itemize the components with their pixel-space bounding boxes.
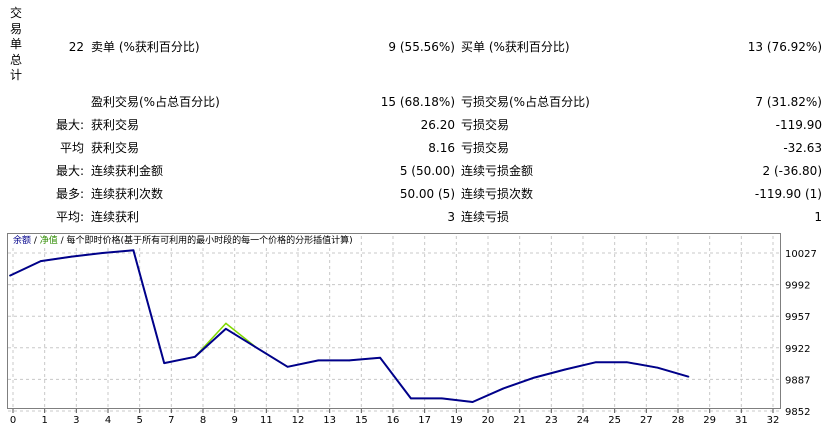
balance-point bbox=[471, 401, 474, 403]
balance-point bbox=[40, 260, 42, 262]
balance-point bbox=[101, 252, 104, 254]
balance-point bbox=[163, 362, 165, 364]
legend-balance: 余额 bbox=[13, 236, 32, 246]
x-tick-label: 28 bbox=[672, 415, 685, 426]
x-tick-label: 13 bbox=[323, 415, 336, 426]
y-tick-label: 9922 bbox=[785, 344, 810, 355]
x-tick-label: 23 bbox=[545, 415, 558, 426]
balance-point bbox=[194, 356, 196, 358]
x-tick-label: 21 bbox=[513, 415, 526, 426]
x-tick-label: 0 bbox=[10, 415, 16, 426]
balance-point bbox=[317, 359, 320, 362]
x-tick-label: 20 bbox=[482, 415, 495, 426]
y-tick-label: 10027 bbox=[785, 249, 817, 260]
x-tick-label: 32 bbox=[767, 415, 780, 426]
y-tick-label: 9992 bbox=[785, 281, 810, 292]
balance-point bbox=[687, 375, 690, 378]
x-tick-label: 3 bbox=[73, 415, 79, 426]
x-tick-label: 11 bbox=[260, 415, 273, 426]
balance-point bbox=[533, 376, 536, 379]
equity-point bbox=[225, 322, 227, 325]
balance-point bbox=[626, 361, 628, 364]
x-tick-label: 7 bbox=[168, 415, 174, 426]
balance-point bbox=[9, 274, 11, 277]
x-tick-label: 4 bbox=[105, 415, 111, 426]
balance-point bbox=[286, 366, 289, 368]
x-tick-label: 24 bbox=[577, 415, 590, 426]
x-tick-label: 15 bbox=[355, 415, 368, 426]
balance-point bbox=[70, 255, 73, 258]
y-tick-label: 9887 bbox=[785, 375, 810, 386]
balance-point bbox=[656, 366, 659, 369]
x-tick-label: 12 bbox=[292, 415, 305, 426]
balance-point bbox=[225, 328, 227, 330]
x-tick-label: 25 bbox=[608, 415, 621, 426]
y-tick-label: 9957 bbox=[785, 312, 810, 323]
y-tick-label: 9852 bbox=[785, 407, 810, 418]
balance-point bbox=[348, 359, 351, 362]
balance-point bbox=[255, 347, 258, 349]
chart-legend: 余额 / 净值 / 每个即时价格(基于所有可利用的最小时段的每一个价格的分形插值… bbox=[11, 235, 355, 247]
balance-point bbox=[410, 397, 412, 400]
x-tick-label: 9 bbox=[231, 415, 237, 426]
x-tick-label: 27 bbox=[640, 415, 653, 426]
x-tick-label: 1 bbox=[41, 415, 47, 426]
x-tick-label: 8 bbox=[200, 415, 206, 426]
x-tick-label: 5 bbox=[136, 415, 142, 426]
x-tick-label: 31 bbox=[735, 415, 748, 426]
legend-equity: 净值 bbox=[39, 236, 58, 246]
legend-separator: / bbox=[31, 236, 40, 246]
balance-point bbox=[132, 249, 135, 252]
balance-point bbox=[441, 397, 443, 400]
balance-chart: 10027999299579922988798520 1 3 4 5 7 8 9 11 12 13 1… bbox=[8, 236, 817, 426]
balance-point bbox=[502, 387, 505, 390]
balance-point bbox=[564, 368, 566, 371]
x-tick-label: 19 bbox=[450, 415, 463, 426]
balance-point bbox=[595, 361, 597, 364]
x-tick-label: 16 bbox=[387, 415, 400, 426]
x-tick-label: 29 bbox=[703, 415, 716, 426]
balance-point bbox=[379, 356, 381, 359]
x-tick-label: 17 bbox=[418, 415, 431, 426]
legend-description: / 每个即时价格(基于所有可利用的最小时段的每一个价格的分形插值计算) bbox=[57, 236, 353, 246]
